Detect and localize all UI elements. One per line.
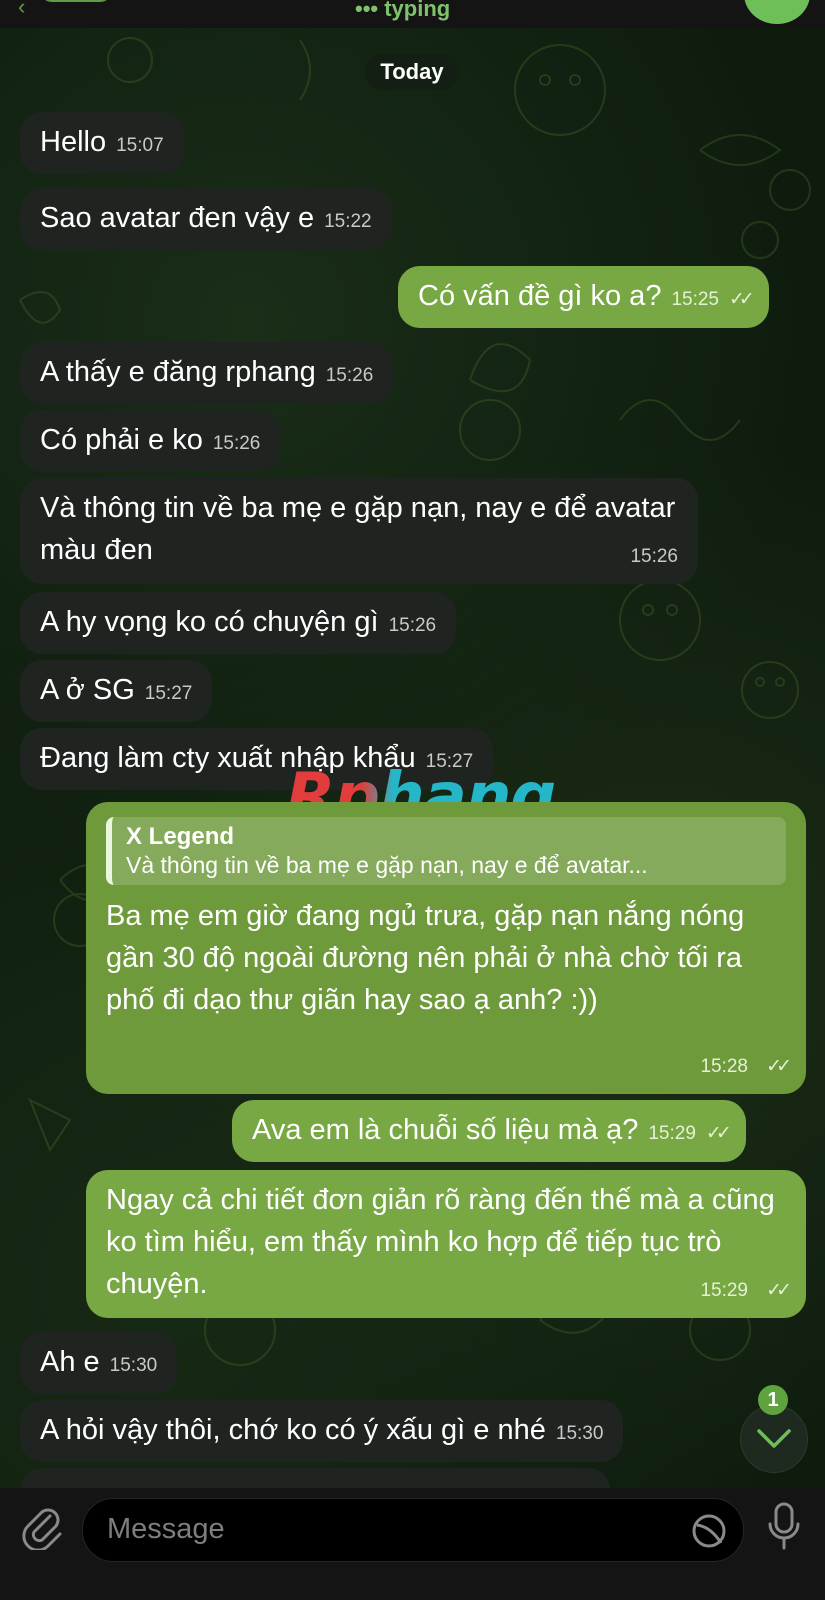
- chevron-down-icon: [757, 1429, 791, 1448]
- message-outgoing[interactable]: Ava em là chuỗi số liệu mà ạ? 15:29 ✓✓: [232, 1100, 746, 1162]
- read-checkmarks-icon: ✓✓: [766, 1280, 792, 1301]
- message-text: Ava em là chuỗi số liệu mà ạ?: [252, 1114, 639, 1146]
- message-time: 15:28: [700, 1056, 748, 1077]
- date-chip: Today: [364, 54, 460, 90]
- message-time: 15:27: [144, 683, 193, 704]
- message-incoming[interactable]: A thấy e đăng rphang 15:26: [20, 342, 394, 404]
- back-chevron-icon[interactable]: ‹: [18, 0, 25, 20]
- message-text: Và thông tin về ba mẹ e gặp nạn, nay e đ…: [40, 492, 676, 566]
- message-text: A hy vọng ko có chuyện gì: [40, 606, 379, 638]
- message-outgoing[interactable]: Ngay cả chi tiết đơn giản rõ ràng đến th…: [86, 1170, 806, 1318]
- message-time: 15:26: [212, 433, 261, 454]
- message-text: A ở SG: [40, 674, 135, 706]
- sticker-icon[interactable]: [691, 1513, 727, 1549]
- message-text: Có phải e ko: [40, 424, 203, 456]
- reply-quote[interactable]: X Legend Và thông tin về ba mẹ e gặp nạn…: [106, 817, 786, 885]
- message-incoming[interactable]: A ở SG 15:27: [20, 660, 213, 722]
- message-text: Hello: [40, 126, 107, 158]
- message-text: Ah e: [40, 1346, 100, 1378]
- message-incoming[interactable]: Sao avatar đen vậy e 15:22: [20, 188, 392, 250]
- unread-count-badge: 1: [758, 1385, 788, 1415]
- message-incoming[interactable]: Hello 15:07: [20, 112, 184, 174]
- message-text: Ngay cả chi tiết đơn giản rõ ràng đến th…: [106, 1184, 775, 1300]
- message-text: Có vấn đề gì ko a?: [418, 280, 662, 312]
- microphone-icon[interactable]: [766, 1502, 802, 1552]
- message-text: A thấy e đăng rphang: [40, 356, 316, 388]
- message-time: 15:22: [324, 211, 372, 232]
- message-time: 15:30: [555, 1423, 604, 1444]
- attach-icon[interactable]: [20, 1506, 64, 1550]
- message-time: 15:07: [116, 135, 164, 156]
- scroll-down-button[interactable]: [740, 1405, 808, 1473]
- message-input[interactable]: Message: [82, 1498, 744, 1562]
- read-checkmarks-icon: ✓✓: [729, 289, 755, 310]
- message-text: Sao avatar đen vậy e: [40, 202, 315, 234]
- message-incoming[interactable]: Và thông tin về ba mẹ e gặp nạn, nay e đ…: [20, 478, 698, 584]
- back-button[interactable]: [40, 0, 112, 2]
- reply-author: X Legend: [126, 823, 235, 850]
- message-time: 15:30: [109, 1355, 158, 1376]
- avatar[interactable]: [744, 0, 810, 24]
- message-text: A hỏi vậy thôi, chớ ko có ý xấu gì e nhé: [40, 1414, 546, 1446]
- message-time: 15:26: [325, 365, 374, 386]
- message-time: 15:29: [648, 1123, 696, 1144]
- message-time: 15:26: [388, 615, 437, 636]
- message-outgoing[interactable]: Có vấn đề gì ko a? 15:25 ✓✓: [398, 266, 769, 328]
- typing-status: ••• typing: [355, 0, 451, 21]
- message-incoming[interactable]: A hỏi vậy thôi, chớ ko có ý xấu gì e nhé…: [20, 1400, 624, 1462]
- message-outgoing-reply[interactable]: X Legend Và thông tin về ba mẹ e gặp nạn…: [86, 802, 806, 1094]
- message-incoming[interactable]: Có phải e ko 15:26: [20, 410, 281, 472]
- composer-bar: Message: [0, 1488, 825, 1600]
- read-checkmarks-icon: ✓✓: [705, 1123, 732, 1144]
- read-checkmarks-icon: ✓✓: [766, 1056, 792, 1077]
- message-time: 15:25: [671, 289, 719, 310]
- message-placeholder: Message: [107, 1513, 225, 1545]
- message-incoming[interactable]: Ah e 15:30: [20, 1332, 178, 1394]
- message-incoming[interactable]: A hy vọng ko có chuyện gì 15:26: [20, 592, 457, 654]
- message-text: Ba mẹ em giờ đang ngủ trưa, gặp nạn nắng…: [106, 900, 745, 1016]
- message-time: 15:29: [700, 1280, 748, 1301]
- reply-snippet: Và thông tin về ba mẹ e gặp nạn, nay e đ…: [126, 852, 648, 878]
- message-time: 15:26: [630, 546, 678, 567]
- top-bar: ‹ ••• typing: [0, 0, 825, 28]
